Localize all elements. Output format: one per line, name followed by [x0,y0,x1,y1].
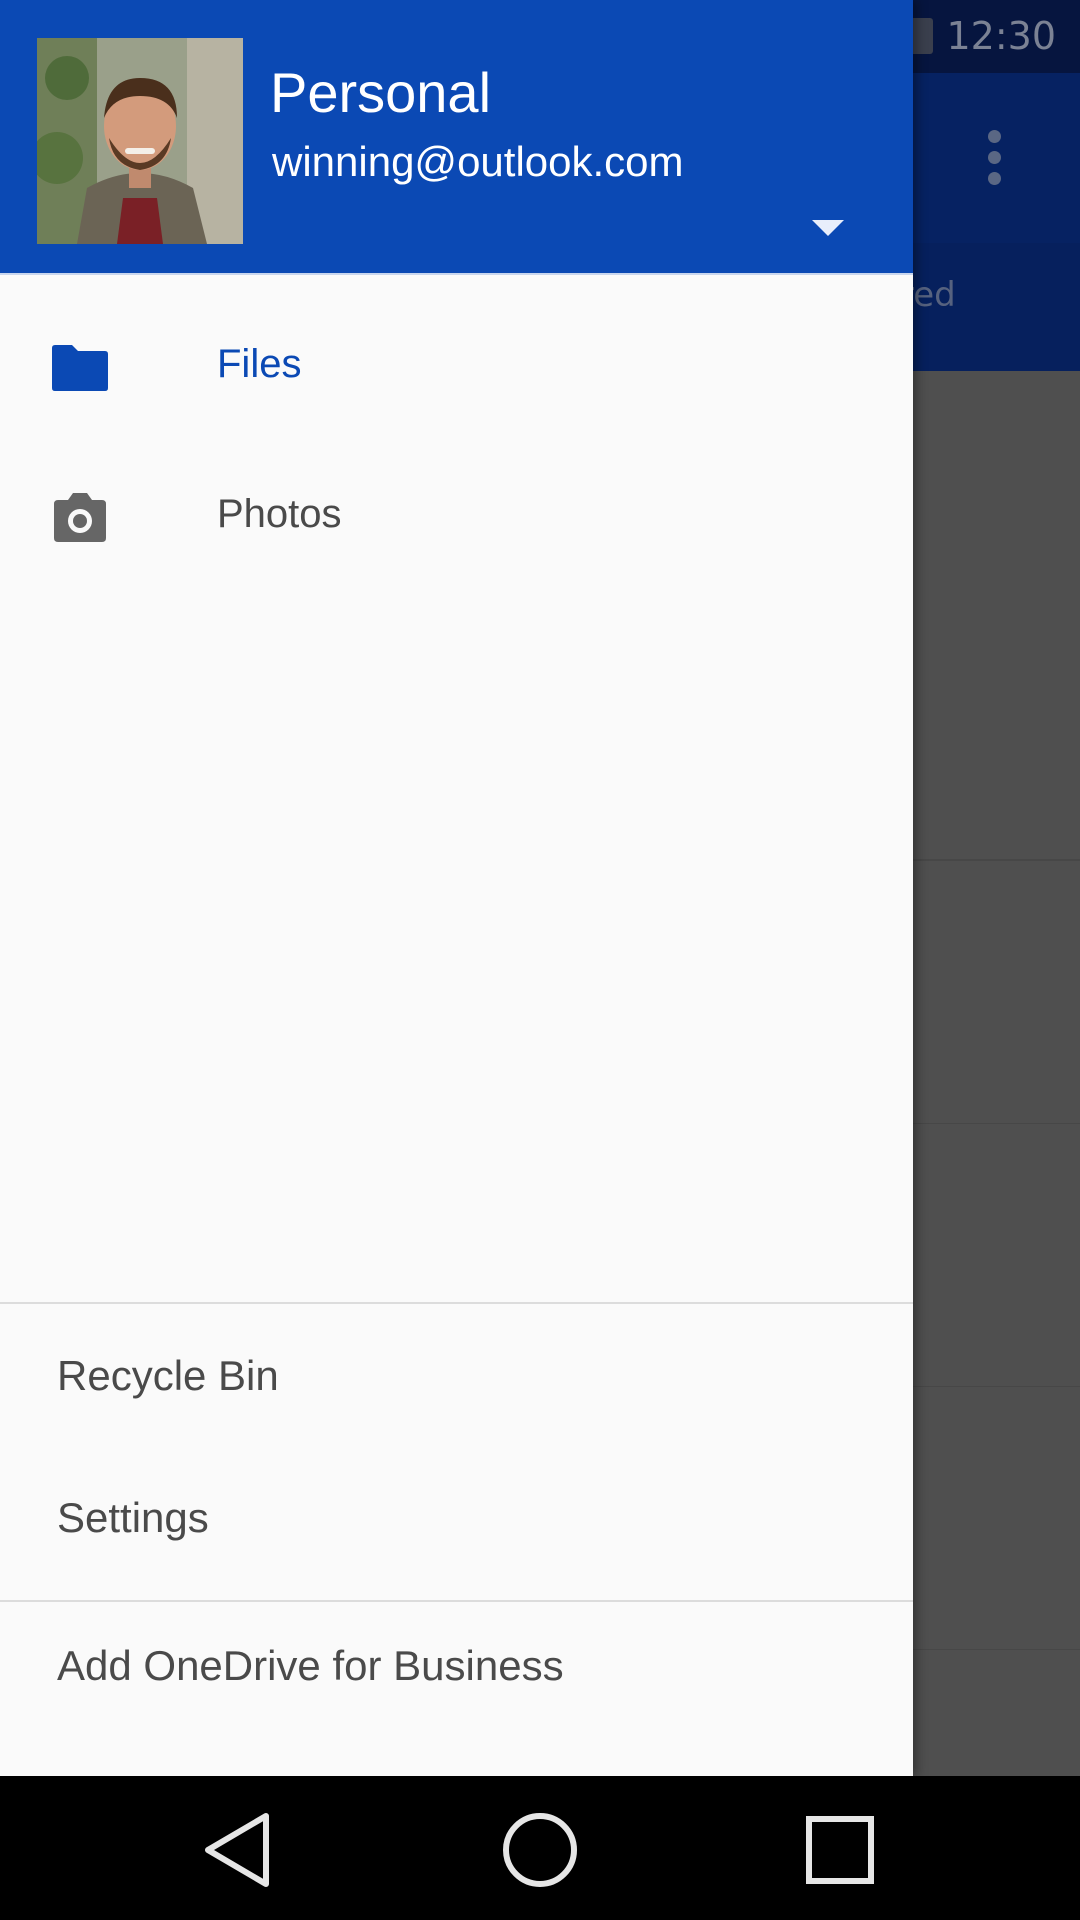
back-button[interactable] [200,1810,280,1890]
more-options-icon [988,130,1002,190]
recents-icon [806,1816,874,1884]
account-header[interactable]: Personal winning@outlook.com [0,0,913,275]
account-switcher-dropdown-icon[interactable] [806,214,850,244]
avatar-photo [37,38,243,244]
account-email: winning@outlook.com [272,138,684,185]
settings-label: Settings [57,1494,209,1541]
settings-item[interactable]: Settings [0,1452,913,1582]
recycle-bin-label: Recycle Bin [57,1352,279,1399]
back-icon [205,1813,269,1887]
navigation-drawer: Personal winning@outlook.com Files Photo… [0,0,913,1776]
add-onedrive-business-label: Add OneDrive for Business [57,1642,564,1689]
nav-item-photos[interactable]: Photos [0,448,913,588]
account-name: Personal [270,61,492,124]
home-button[interactable] [500,1810,580,1890]
avatar[interactable] [37,38,243,244]
camera-icon [48,486,112,550]
add-onedrive-business-item[interactable]: Add OneDrive for Business [0,1600,913,1730]
recents-button[interactable] [800,1810,880,1890]
nav-item-label: Files [217,342,302,386]
folder-icon [48,336,112,400]
nav-item-label: Photos [217,492,342,536]
nav-item-files[interactable]: Files [0,298,913,438]
recycle-bin-item[interactable]: Recycle Bin [0,1310,913,1440]
status-time: 12:30 [946,14,1056,58]
system-nav-bar [0,1776,1080,1920]
divider [0,1302,913,1304]
home-icon [503,1813,577,1887]
